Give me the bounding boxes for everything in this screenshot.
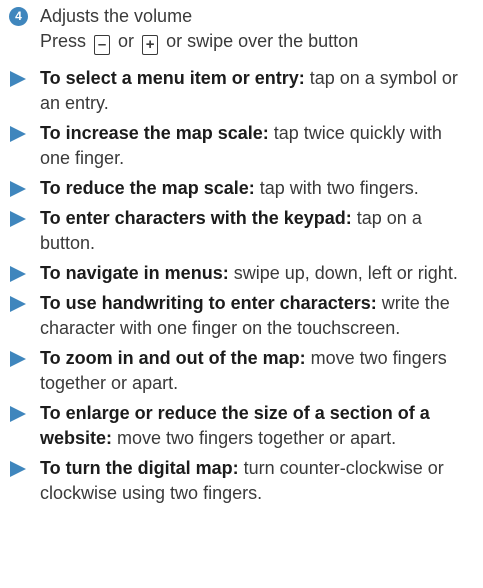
bullet-arrow-icon [10, 211, 26, 227]
bullet-arrow-icon [10, 351, 26, 367]
list-item: To zoom in and out of the map: move two … [0, 346, 483, 396]
bullet-lead: To select a menu item or entry: [40, 68, 305, 88]
bullet-arrow-icon [10, 406, 26, 422]
bullet-text: tap with two fingers. [254, 178, 419, 198]
number-4-icon: 4 [9, 7, 28, 26]
list-item: To turn the digital map: turn counter-cl… [0, 456, 483, 506]
instruction-swipe: or swipe over the button [166, 31, 359, 51]
list-item: To enlarge or reduce the size of a secti… [0, 401, 483, 451]
manual-page: 4 Adjusts the volume Press – or + or swi… [0, 0, 483, 588]
numbered-item-instruction: Press – or + or swipe over the button [40, 29, 483, 55]
bullet-arrow-icon [10, 296, 26, 312]
bullet-arrow-icon [10, 71, 26, 87]
plus-key-icon: + [142, 35, 159, 55]
numbered-item-title: Adjusts the volume [40, 6, 193, 26]
bullet-lead: To reduce the map scale: [40, 178, 255, 198]
bullet-arrow-icon [10, 126, 26, 142]
list-item: To increase the map scale: tap twice qui… [0, 121, 483, 171]
bullet-lead: To navigate in menus: [40, 263, 229, 283]
bullet-lead: To use handwriting to enter characters: [40, 293, 377, 313]
instruction-press: Press [40, 31, 87, 51]
bullet-arrow-icon [10, 266, 26, 282]
bullet-arrow-icon [10, 181, 26, 197]
list-item: To enter characters with the keypad: tap… [0, 206, 483, 256]
list-item: To navigate in menus: swipe up, down, le… [0, 261, 483, 286]
bullet-lead: To increase the map scale: [40, 123, 269, 143]
minus-key-icon: – [94, 35, 111, 55]
bullet-text: move two fingers together or apart. [112, 428, 397, 448]
list-item: To select a menu item or entry: tap on a… [0, 66, 483, 116]
list-item: To use handwriting to enter characters: … [0, 291, 483, 341]
bullet-lead: To turn the digital map: [40, 458, 239, 478]
bullet-lead: To enter characters with the keypad: [40, 208, 352, 228]
bullet-arrow-icon [10, 461, 26, 477]
numbered-item-volume: 4 Adjusts the volume Press – or + or swi… [0, 4, 483, 56]
instruction-list: To select a menu item or entry: tap on a… [0, 66, 483, 506]
instruction-or: or [118, 31, 135, 51]
bullet-lead: To zoom in and out of the map: [40, 348, 306, 368]
bullet-text: swipe up, down, left or right. [228, 263, 458, 283]
list-item: To reduce the map scale: tap with two fi… [0, 176, 483, 201]
